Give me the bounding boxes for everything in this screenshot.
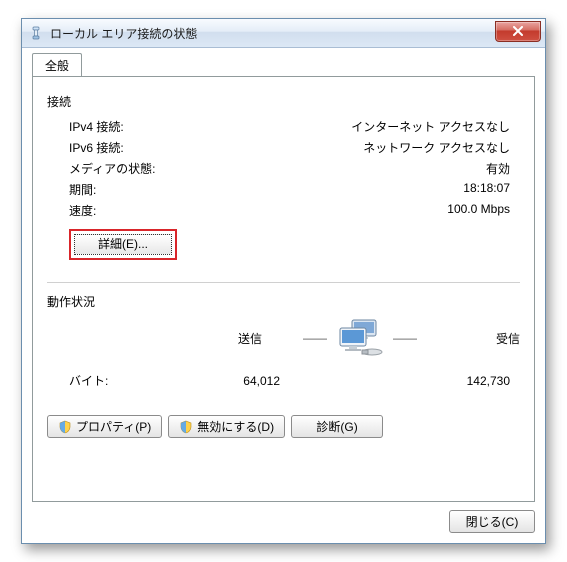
divider bbox=[47, 282, 520, 283]
activity-section-label: 動作状況 bbox=[47, 293, 520, 310]
duration-label: 期間: bbox=[47, 181, 219, 198]
sent-label: 送信 bbox=[200, 330, 300, 347]
bytes-label: バイト: bbox=[47, 372, 159, 389]
titlebar: ローカル エリア接続の状態 bbox=[22, 19, 545, 48]
dialog-footer: 閉じる(C) bbox=[32, 502, 535, 533]
row-speed: 速度: 100.0 Mbps bbox=[47, 200, 520, 221]
status-window: ローカル エリア接続の状態 全般 接続 IPv4 接続: インターネット アクセ… bbox=[21, 18, 546, 544]
duration-value: 18:18:07 bbox=[219, 181, 520, 198]
action-buttons: プロパティ(P) 無効にする(D) 診断(G) bbox=[47, 415, 520, 438]
disable-button-label: 無効にする(D) bbox=[197, 418, 274, 435]
row-duration: 期間: 18:18:07 bbox=[47, 179, 520, 200]
close-button-label: 閉じる(C) bbox=[466, 513, 519, 530]
ipv4-label: IPv4 接続: bbox=[47, 118, 219, 135]
bytes-received-value: 142,730 bbox=[410, 374, 520, 388]
bytes-sent-value: 64,012 bbox=[180, 374, 290, 388]
details-button[interactable]: 詳細(E)... bbox=[74, 234, 172, 255]
close-window-button[interactable] bbox=[495, 21, 541, 42]
tab-general[interactable]: 全般 bbox=[32, 53, 82, 77]
ipv4-value: インターネット アクセスなし bbox=[219, 118, 520, 135]
client-area: 全般 接続 IPv4 接続: インターネット アクセスなし IPv6 接続: ネ… bbox=[22, 48, 545, 543]
media-label: メディアの状態: bbox=[47, 160, 219, 177]
disable-button[interactable]: 無効にする(D) bbox=[168, 415, 285, 438]
speed-label: 速度: bbox=[47, 202, 219, 219]
properties-button-label: プロパティ(P) bbox=[76, 418, 151, 435]
network-adapter-icon bbox=[28, 25, 44, 41]
media-value: 有効 bbox=[219, 160, 520, 177]
ipv6-label: IPv6 接続: bbox=[47, 139, 219, 156]
close-icon bbox=[512, 26, 524, 36]
shield-icon bbox=[58, 420, 72, 434]
received-label: 受信 bbox=[420, 330, 520, 347]
details-highlight: 詳細(E)... bbox=[69, 229, 177, 260]
row-ipv4: IPv4 接続: インターネット アクセスなし bbox=[47, 116, 520, 137]
connection-section-label: 接続 bbox=[47, 93, 520, 110]
row-ipv6: IPv6 接続: ネットワーク アクセスなし bbox=[47, 137, 520, 158]
properties-button[interactable]: プロパティ(P) bbox=[47, 415, 162, 438]
close-button[interactable]: 閉じる(C) bbox=[449, 510, 535, 533]
ipv6-value: ネットワーク アクセスなし bbox=[219, 139, 520, 156]
shield-icon bbox=[179, 420, 193, 434]
speed-value: 100.0 Mbps bbox=[219, 202, 520, 219]
diagnose-button[interactable]: 診断(G) bbox=[291, 415, 383, 438]
dash-right: —— bbox=[390, 331, 420, 345]
diagnose-button-label: 診断(G) bbox=[316, 418, 357, 435]
tab-panel-general: 接続 IPv4 接続: インターネット アクセスなし IPv6 接続: ネットワ… bbox=[32, 76, 535, 502]
bytes-row: バイト: 64,012 142,730 bbox=[47, 372, 520, 389]
tabstrip: 全般 bbox=[32, 54, 535, 76]
row-media: メディアの状態: 有効 bbox=[47, 158, 520, 179]
dash-left: —— bbox=[300, 331, 330, 345]
window-title: ローカル エリア接続の状態 bbox=[50, 25, 495, 42]
network-monitors-icon bbox=[330, 318, 390, 358]
activity-header: 送信 —— bbox=[47, 318, 520, 358]
